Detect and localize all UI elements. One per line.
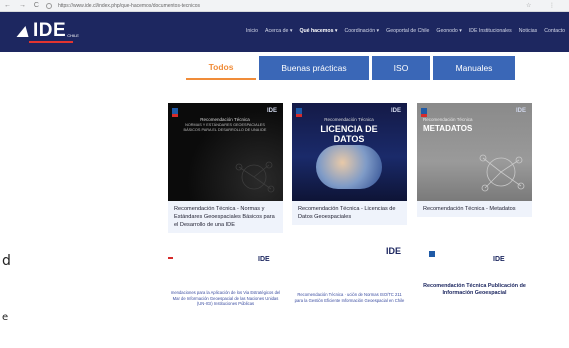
chile-flag-icon <box>421 108 427 117</box>
tab-todos[interactable]: Todos <box>186 56 256 80</box>
tab-iso[interactable]: ISO <box>372 56 430 80</box>
menu-item-geoportal[interactable]: Geoportal de Chile <box>386 28 429 34</box>
logo-mark-icon <box>16 25 32 37</box>
ide-brand-logo: IDE <box>493 256 505 263</box>
thumb-title: Recomendación Técnica <box>423 117 473 122</box>
document-card[interactable]: IDE Recomendación Técnica LICENCIA DE DA… <box>292 103 407 225</box>
menu-item-acerca[interactable]: Acerca de ▾ <box>265 28 292 34</box>
address-bar[interactable]: https://www.ide.cl/index.php/que-hacemos… <box>58 3 200 9</box>
document-card[interactable]: IDE Recomendación Técnica Publicación de… <box>417 243 532 348</box>
ide-brand-logo: IDE <box>390 108 401 114</box>
thumb-subtitle: METADATOS <box>423 124 473 133</box>
flag-stripe <box>168 257 173 259</box>
logo-text: IDE <box>33 20 67 41</box>
card-thumbnail[interactable]: IDE Recomendación Técnica LICENCIA DE DA… <box>292 103 407 201</box>
tab-buenas-practicas[interactable]: Buenas prácticas <box>259 56 369 80</box>
chile-flag-icon <box>429 251 435 257</box>
network-graphic-icon <box>479 154 525 192</box>
document-card[interactable]: IDE Recomendación Técnica · ución de Nor… <box>292 243 407 348</box>
thumb-title: Recomendación Técnica <box>200 117 250 122</box>
browser-menu-icons[interactable]: ☆ ⋮ <box>526 2 563 9</box>
edge-glyph-d: d <box>2 253 11 269</box>
site-logo[interactable]: IDE CHILE <box>16 20 79 43</box>
laptop-photo <box>316 145 382 189</box>
thumb-heading: Recomendación Técnica LICENCIA DE DATOS <box>304 117 394 144</box>
card-caption[interactable]: Recomendación Técnica - Normas y Estánda… <box>168 201 283 233</box>
card-thumb-text: Recomendación Técnica · ución de Normas … <box>294 292 405 303</box>
thumb-heading: Recomendación Técnica METADATOS <box>423 117 493 133</box>
menu-item-ide-institucionales[interactable]: IDE Institucionales <box>469 28 512 34</box>
filter-tabs: Todos Buenas prácticas ISO Manuales <box>186 56 518 80</box>
document-card[interactable]: IDE Recomendación Técnica METADATOS Reco… <box>417 103 532 217</box>
ide-brand-logo: IDE <box>515 108 526 114</box>
card-caption[interactable]: Recomendación Técnica - Licencias de Dat… <box>292 201 407 225</box>
ide-brand-logo: IDE <box>386 246 402 256</box>
menu-item-inicio[interactable]: Inicio <box>246 28 258 34</box>
ide-brand-logo: IDE <box>266 108 277 114</box>
site-header: IDE CHILE Inicio Acerca de ▾ Qué hacemos… <box>0 12 569 52</box>
document-card[interactable]: IDE mendaciones para la Aplicación de lo… <box>168 243 283 348</box>
menu-item-geonodo[interactable]: Geonodo ▾ <box>436 28 461 34</box>
ide-brand-logo: IDE <box>258 256 270 263</box>
card-thumbnail[interactable]: IDE Recomendación Técnica NORMAS Y ESTÁN… <box>168 103 283 201</box>
chile-flag-icon <box>296 108 302 117</box>
thumb-subtitle: NORMAS Y ESTÁNDARES GEOESPACIALES BÁSICO… <box>183 123 267 132</box>
menu-item-noticias[interactable]: Noticias <box>519 28 537 34</box>
tab-manuales[interactable]: Manuales <box>433 56 515 80</box>
thumb-heading: Recomendación Técnica NORMAS Y ESTÁNDARE… <box>180 117 270 132</box>
browser-nav-icons[interactable]: ← → C <box>4 2 42 9</box>
chile-flag-icon <box>172 108 178 117</box>
menu-item-contacto[interactable]: Contacto <box>544 28 565 34</box>
logo-suffix: CHILE <box>67 32 79 38</box>
browser-toolbar: ← → C https://www.ide.cl/index.php/que-h… <box>0 0 569 12</box>
menu-item-coordinacion[interactable]: Coordinación ▾ <box>345 28 380 34</box>
document-card[interactable]: IDE Recomendación Técnica NORMAS Y ESTÁN… <box>168 103 283 233</box>
logo-underline <box>29 41 73 43</box>
network-graphic-icon <box>235 161 275 193</box>
card-thumb-text: mendaciones para la Aplicación de los Vi… <box>170 290 281 306</box>
lock-icon <box>45 2 52 9</box>
card-thumb-text: Recomendación Técnica Publicación de Inf… <box>423 283 526 296</box>
card-caption[interactable]: Recomendación Técnica - Metadatos <box>417 201 532 217</box>
thumb-title: Recomendación Técnica <box>324 117 374 122</box>
thumb-subtitle: LICENCIA DE DATOS <box>320 124 378 144</box>
main-menu: Inicio Acerca de ▾ Qué hacemos ▾ Coordin… <box>246 28 565 34</box>
edge-glyph-e: e <box>2 312 9 323</box>
menu-item-que-hacemos[interactable]: Qué hacemos ▾ <box>299 28 337 34</box>
card-thumbnail[interactable]: IDE Recomendación Técnica METADATOS <box>417 103 532 201</box>
